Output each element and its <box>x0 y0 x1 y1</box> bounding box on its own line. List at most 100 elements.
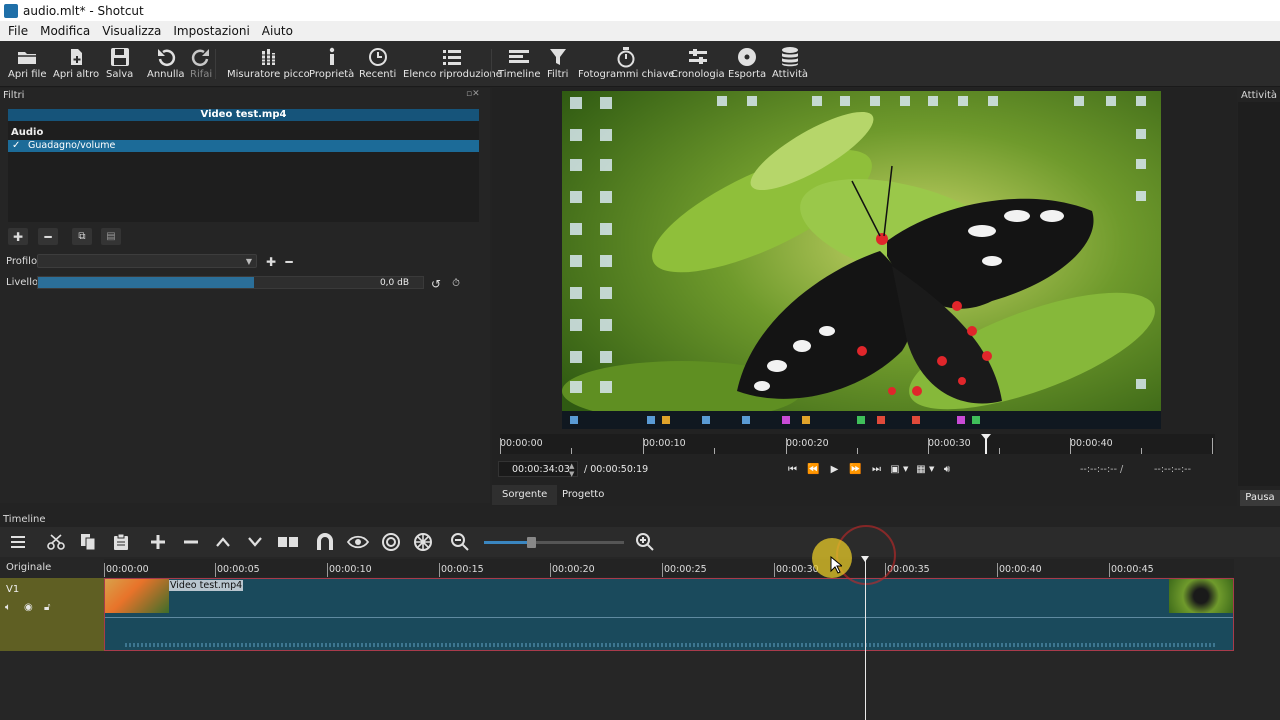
timeline-toolbar <box>0 527 1280 557</box>
skip-next-icon[interactable]: ⏭ <box>866 464 887 475</box>
jobs-button[interactable]: Attività <box>772 45 808 80</box>
ruler-label: 00:00:10 <box>329 564 372 575</box>
ripple-icon[interactable] <box>379 531 403 553</box>
paste-icon[interactable] <box>109 531 133 553</box>
timeline-playhead[interactable] <box>865 559 866 720</box>
out-point-field[interactable]: --:--:--:-- <box>1154 464 1191 475</box>
timeline-clip[interactable]: Video test.mp4 <box>104 578 1234 651</box>
playhead-marker-icon <box>861 556 869 562</box>
remove-preset-button[interactable]: ━ <box>279 253 299 270</box>
player-ruler[interactable]: 00:00:00 00:00:10 00:00:20 00:00:30 00:0… <box>500 434 1215 454</box>
open-file-button[interactable]: Apri file <box>8 45 47 80</box>
zoom-in-icon[interactable] <box>633 531 657 553</box>
playhead-marker-icon <box>981 434 991 440</box>
minus-icon: ━ <box>285 254 293 269</box>
track-header-v1[interactable]: V1 🔈︎ ◉ 🔓︎ <box>0 578 104 651</box>
history-button[interactable]: Cronologia <box>671 45 725 80</box>
skip-previous-icon[interactable]: ⏮ <box>782 464 803 475</box>
hamburger-menu-icon[interactable] <box>6 531 30 553</box>
timeline-button[interactable]: Timeline <box>498 45 541 80</box>
fast-forward-icon[interactable]: ⏩ <box>845 464 866 475</box>
ruler-tick <box>1141 448 1142 454</box>
lock-icon[interactable]: 🔓︎ <box>44 602 50 613</box>
split-icon[interactable] <box>276 531 300 553</box>
menu-aiuto[interactable]: Aiuto <box>258 24 297 38</box>
timeline-ruler[interactable]: 00:00:00 00:00:05 00:00:10 00:00:15 00:0… <box>104 559 1234 577</box>
ruler-label: 00:00:30 <box>776 564 819 575</box>
open-other-button[interactable]: Apri altro <box>53 45 99 80</box>
ruler-label: 00:00:05 <box>217 564 260 575</box>
export-button[interactable]: Esporta <box>728 45 766 80</box>
tab-sorgente[interactable]: Sorgente <box>492 485 558 505</box>
remove-filter-button[interactable]: ━ <box>38 228 58 245</box>
zoom-slider[interactable] <box>484 537 624 548</box>
keyframes-button[interactable]: Fotogrammi chiave <box>578 45 674 80</box>
checkmark-icon[interactable]: ✓ <box>12 140 20 152</box>
playlist-button[interactable]: Elenco riproduzione <box>403 45 502 80</box>
spin-arrows-icon[interactable]: ▲ ▼ <box>569 462 574 478</box>
filters-button[interactable]: Filtri <box>547 45 568 80</box>
ruler-tick <box>1212 438 1213 454</box>
scrub-eye-icon[interactable] <box>346 531 370 553</box>
paste-filter-button[interactable]: ▤ <box>101 228 121 245</box>
add-preset-button[interactable]: ✚ <box>261 253 281 270</box>
undo-button[interactable]: Annulla <box>147 45 185 80</box>
ruler-tick <box>997 563 998 577</box>
ruler-label: 00:00:10 <box>643 438 686 449</box>
level-slider[interactable]: 0,0 dB <box>37 276 424 289</box>
zoom-out-icon[interactable] <box>448 531 472 553</box>
ruler-tick <box>439 563 440 577</box>
grid-icon[interactable]: ▦ <box>913 464 929 475</box>
plus-icon: ✚ <box>12 229 24 244</box>
keyframe-level-button[interactable]: ⏱ <box>448 275 464 292</box>
level-value: 0,0 dB <box>379 278 409 288</box>
ripple-all-tracks-icon[interactable] <box>411 531 435 553</box>
mute-speaker-icon[interactable]: 🔈︎ <box>5 602 11 613</box>
track-name: V1 <box>6 584 20 595</box>
copy-filter-button[interactable]: ⧉ <box>72 228 92 245</box>
redo-button[interactable]: Rifai <box>190 45 212 80</box>
ruler-tick <box>786 438 787 454</box>
chevron-down-icon[interactable]: ▼ <box>929 465 939 473</box>
overwrite-icon[interactable] <box>243 531 267 553</box>
cut-icon[interactable] <box>44 531 68 553</box>
menu-modifica[interactable]: Modifica <box>36 24 94 38</box>
profile-select[interactable]: ▼ <box>37 254 257 268</box>
menu-impostazioni[interactable]: Impostazioni <box>169 24 253 38</box>
panel-float-close-icon[interactable]: ▫✕ <box>466 89 480 99</box>
tab-progetto[interactable]: Progetto <box>552 485 614 505</box>
ruler-tick <box>571 448 572 454</box>
add-filter-button[interactable]: ✚ <box>8 228 28 245</box>
reset-level-button[interactable]: ↺ <box>428 275 444 292</box>
ruler-tick <box>1109 563 1110 577</box>
ruler-label: 00:00:30 <box>928 438 971 449</box>
zoom-slider-handle[interactable] <box>527 537 536 548</box>
recent-button[interactable]: Recenti <box>359 45 396 80</box>
play-icon[interactable]: ▶ <box>824 464 845 475</box>
snap-magnet-icon[interactable] <box>313 531 337 553</box>
video-preview[interactable] <box>562 91 1161 429</box>
chevron-down-icon: ▼ <box>245 257 252 266</box>
visibility-eye-icon[interactable]: ◉ <box>24 602 33 613</box>
ripple-delete-icon[interactable] <box>179 531 203 553</box>
player-panel: 00:00:00 00:00:10 00:00:20 00:00:30 00:0… <box>492 88 1237 506</box>
chevron-down-icon[interactable]: ▼ <box>903 465 913 473</box>
pause-button[interactable]: Pausa <box>1240 490 1280 506</box>
volume-icon[interactable]: 🔊︎ <box>939 464 955 475</box>
reset-icon: ↺ <box>430 276 442 291</box>
timeline-icon <box>508 45 530 69</box>
peak-meter-button[interactable]: Misuratore picco <box>227 45 310 80</box>
menu-visualizza[interactable]: Visualizza <box>98 24 165 38</box>
filter-item-gain-volume[interactable]: ✓ Guadagno/volume <box>8 140 479 152</box>
save-button[interactable]: Salva <box>106 45 133 80</box>
rewind-icon[interactable]: ⏪ <box>803 464 824 475</box>
in-point-field[interactable]: --:--:--:-- / <box>1080 464 1123 475</box>
zoom-fit-icon[interactable]: ▣ <box>887 464 903 475</box>
current-time-field[interactable]: 00:00:34:03 ▲ ▼ <box>498 461 578 478</box>
ruler-label: 00:00:25 <box>664 564 707 575</box>
menu-file[interactable]: File <box>4 24 32 38</box>
lift-icon[interactable] <box>211 531 235 553</box>
properties-button[interactable]: Proprietà <box>309 45 354 80</box>
copy-icon[interactable] <box>76 531 100 553</box>
append-icon[interactable] <box>146 531 170 553</box>
